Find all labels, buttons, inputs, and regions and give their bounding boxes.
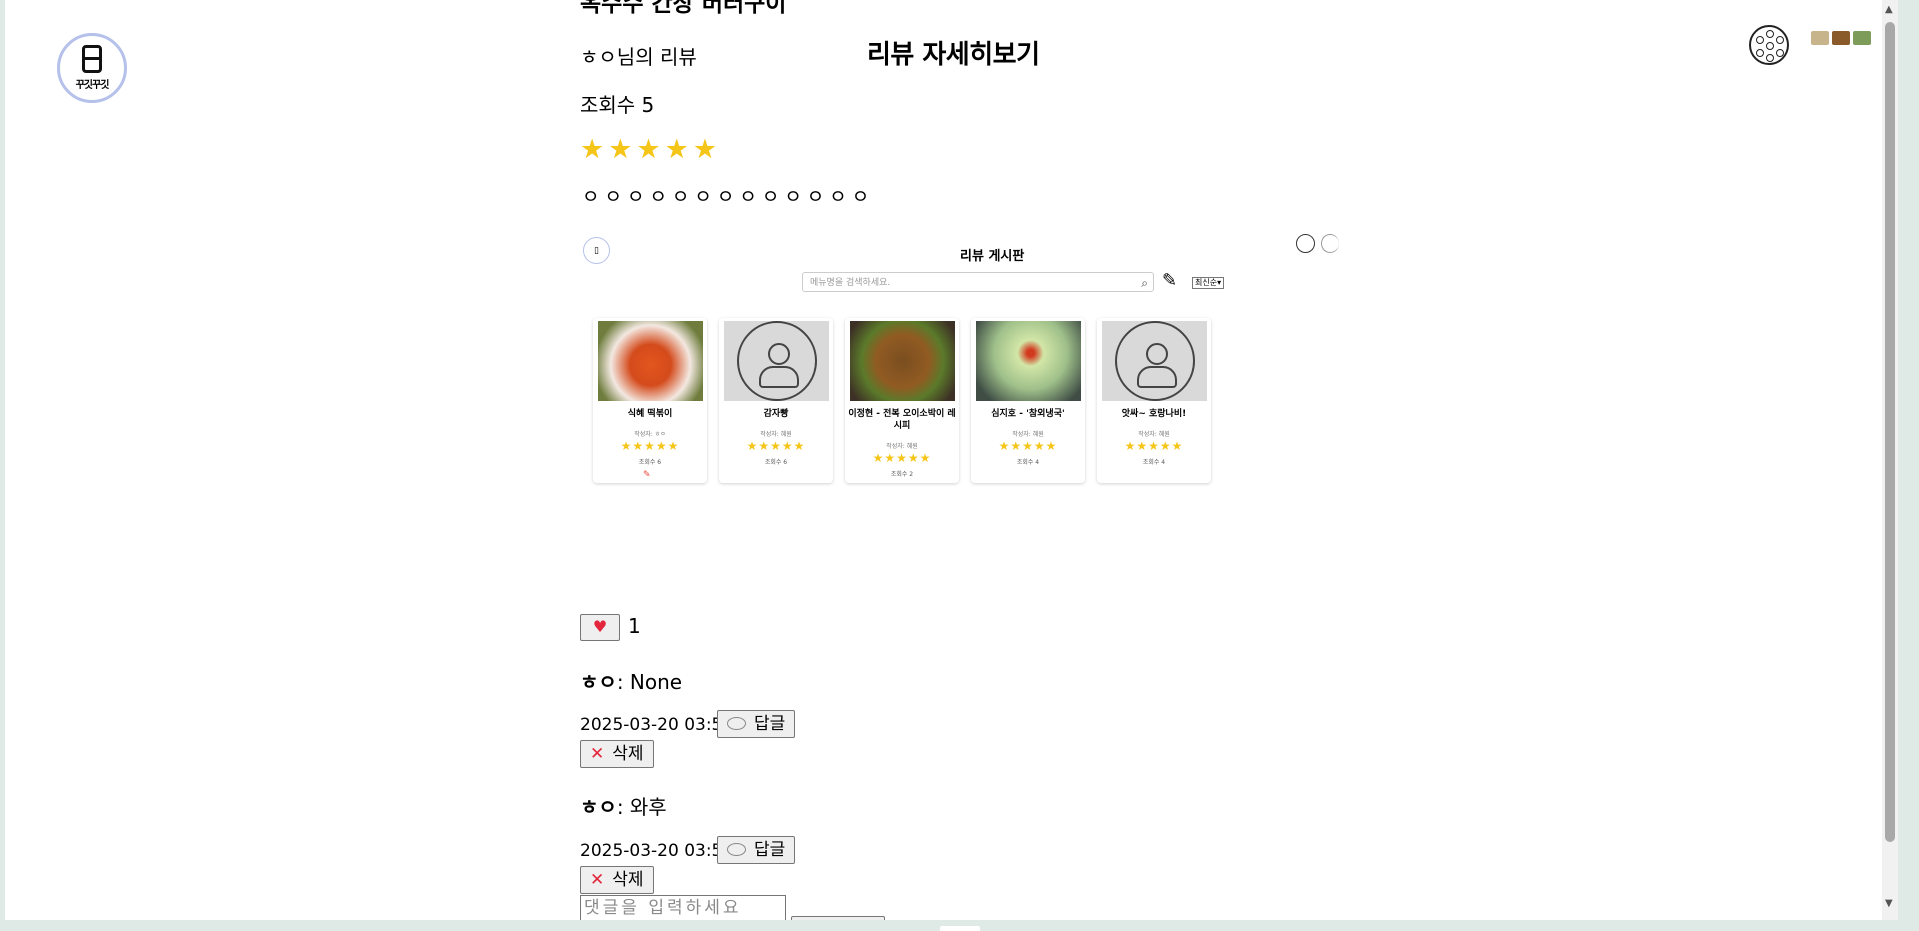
like-count: 1 — [628, 614, 641, 638]
logo-text: 꾸깃꾸깃 — [75, 80, 110, 91]
inner-search-placeholder: 메뉴명을 검색하세요. — [810, 278, 891, 288]
comment-header: ㅎㅇ: None — [580, 666, 682, 695]
card-stars: ★★★★★ — [620, 439, 680, 453]
card-name: 식혜 떡볶이 — [627, 409, 673, 419]
card-placeholder-image — [724, 321, 829, 401]
review-views: 조회수 5 — [580, 93, 655, 117]
inner-search-icon: ⌕ — [1141, 276, 1148, 290]
inner-board-title: 리뷰 게시판 — [960, 249, 1025, 264]
card-placeholder-image — [1102, 321, 1207, 401]
card-views: 조회수 4 — [1142, 459, 1166, 466]
comment-input[interactable]: 댓글을 입력하세요 — [580, 895, 786, 920]
inner-review-card: 식혜 떡볶이 작성자: ㅎㅇ ★★★★★ 조회수 6 ✎ — [593, 318, 707, 483]
reply-label: 답글 — [754, 840, 786, 860]
speech-bubble-icon — [727, 843, 746, 856]
comment-header: ㅎㅇ: 와후 — [580, 791, 667, 820]
like-button[interactable]: ♥ — [580, 614, 620, 641]
comment-user: ㅎㅇ — [580, 795, 617, 819]
taskbar-edge — [940, 926, 980, 931]
inner-write-icon: ✎ — [1162, 270, 1178, 291]
site-logo[interactable]: 꾸깃꾸깃 — [57, 33, 127, 103]
browser-viewport: 꾸깃꾸깃 리뷰 자세히보기 옥수수 간장 버터구이 ㅎㅇ님의 리뷰 조회수 5 … — [5, 0, 1898, 920]
card-name: 이정현 - 전복 오이소박이 레시피 — [848, 409, 956, 431]
delete-button[interactable]: ✕ 삭제 — [580, 866, 654, 894]
inner-search-input: 메뉴명을 검색하세요. ⌕ — [802, 272, 1154, 292]
card-stars: ★★★★★ — [746, 439, 806, 453]
inner-sort-select: 최신순▾ — [1192, 277, 1225, 289]
review-title: 옥수수 간장 버터구이 — [580, 0, 787, 17]
review-body: ㅇㅇㅇㅇㅇㅇㅇㅇㅇㅇㅇㅇㅇ — [582, 186, 875, 208]
cookie-icon[interactable] — [1749, 25, 1789, 65]
delete-label: 삭제 — [612, 744, 644, 764]
comment-user: ㅎㅇ — [580, 670, 617, 694]
comment-text: : None — [616, 670, 683, 694]
card-views: 조회수 6 — [764, 459, 788, 466]
card-views: 조회수 2 — [890, 471, 914, 478]
comment-input-placeholder: 댓글을 입력하세요 — [584, 898, 742, 918]
reply-label: 답글 — [754, 714, 786, 734]
card-stars: ★★★★★ — [872, 451, 932, 465]
review-rating-stars: ★★★★★ — [580, 134, 722, 165]
reply-button[interactable]: 답글 — [717, 836, 796, 864]
card-edit-icon: ✎ — [643, 470, 651, 480]
card-author: 작성자: 혜원 — [760, 431, 792, 438]
inner-cookie-icon — [1296, 234, 1315, 253]
delete-button[interactable]: ✕ 삭제 — [580, 740, 654, 768]
close-icon: ✕ — [590, 870, 605, 890]
inner-logo-icon: ▯ — [583, 237, 610, 264]
card-stars: ★★★★★ — [998, 439, 1058, 453]
logo-fridge-icon — [82, 45, 102, 73]
inner-sort-label: 최신순 — [1195, 278, 1218, 287]
inner-review-card: 이정현 - 전복 오이소박이 레시피 작성자: 혜원 ★★★★★ 조회수 2 — [845, 318, 959, 483]
inner-review-card: 앗싸~ 호랑나비! 작성자: 혜원 ★★★★★ 조회수 4 — [1097, 318, 1211, 483]
comment-date: 2025-03-20 03:56 — [580, 841, 734, 861]
speech-bubble-icon — [727, 717, 746, 730]
comment-date: 2025-03-20 03:55 — [580, 715, 734, 735]
card-author: 작성자: 혜원 — [886, 443, 918, 450]
vertical-scrollbar[interactable]: ▲ ▼ — [1882, 0, 1898, 920]
inner-review-card: 감자빵 작성자: 혜원 ★★★★★ 조회수 6 — [719, 318, 833, 483]
card-food-image — [850, 321, 955, 401]
card-author: 작성자: ㅎㅇ — [634, 431, 666, 438]
card-author: 작성자: 혜원 — [1138, 431, 1170, 438]
comment-text: : 와후 — [616, 795, 667, 819]
review-attached-image: ▯ 리뷰 게시판 메뉴명을 검색하세요. ⌕ ✎ 최신순▾ 식혜 떡볶이 작성자… — [580, 230, 1339, 500]
card-views: 조회수 6 — [638, 459, 662, 466]
reply-button[interactable]: 답글 — [717, 710, 796, 738]
card-views: 조회수 4 — [1016, 459, 1040, 466]
avatar-placeholder-icon — [736, 321, 817, 401]
avatar-placeholder-icon — [1114, 321, 1195, 401]
card-stars: ★★★★★ — [1124, 439, 1184, 453]
inner-review-card: 심지호 - '참외냉국' 작성자: 혜원 ★★★★★ 조회수 4 — [971, 318, 1085, 483]
recipe-thumbnail-icon[interactable] — [1811, 18, 1875, 58]
review-author: ㅎㅇ님의 리뷰 — [580, 45, 697, 69]
inner-profile-icon — [1321, 234, 1339, 253]
page-heading: 리뷰 자세히보기 — [867, 40, 1040, 70]
scroll-up-icon[interactable]: ▲ — [1885, 4, 1893, 15]
card-food-image — [976, 321, 1081, 401]
card-author: 작성자: 혜원 — [1012, 431, 1044, 438]
card-food-image — [598, 321, 703, 401]
heart-icon: ♥ — [592, 617, 608, 636]
delete-label: 삭제 — [612, 870, 644, 890]
scroll-down-icon[interactable]: ▼ — [1885, 898, 1893, 909]
card-name: 감자빵 — [763, 409, 789, 419]
scrollbar-thumb[interactable] — [1885, 22, 1895, 842]
comment-submit-button[interactable] — [791, 916, 885, 920]
card-name: 심지호 - '참외냉국' — [991, 409, 1065, 419]
card-name: 앗싸~ 호랑나비! — [1121, 409, 1187, 419]
close-icon: ✕ — [590, 744, 605, 764]
